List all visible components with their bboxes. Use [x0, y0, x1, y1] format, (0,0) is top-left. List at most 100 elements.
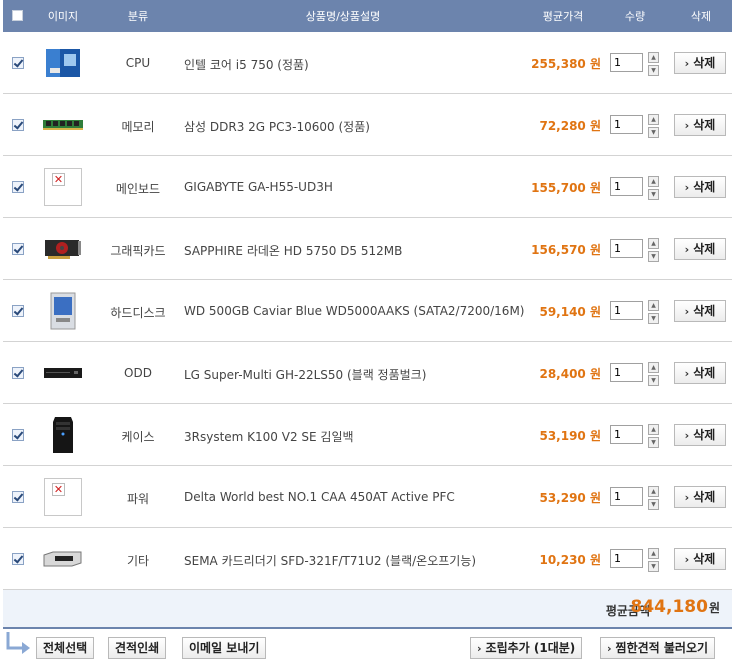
row-product-name[interactable]: Delta World best NO.1 CAA 450AT Active P… — [184, 490, 455, 504]
row-price: 53,190 원 — [539, 429, 601, 443]
row-checkbox[interactable] — [12, 57, 24, 69]
row-category: 케이스 — [121, 430, 155, 444]
row-checkbox[interactable] — [12, 553, 24, 565]
delete-button[interactable]: 삭제 — [674, 52, 726, 74]
total-bar: 평균금액 844,180원 — [3, 590, 732, 629]
row-checkbox[interactable] — [12, 305, 24, 317]
row-category: CPU — [125, 56, 151, 70]
increment-icon[interactable]: ▲ — [648, 548, 659, 559]
quantity-input[interactable] — [610, 363, 643, 382]
broken-image-icon — [44, 478, 82, 516]
row-checkbox[interactable] — [12, 119, 24, 131]
row-category: 메모리 — [121, 120, 155, 134]
decrement-icon[interactable]: ▼ — [648, 127, 659, 138]
table-row: ODD LG Super-Multi GH-22LS50 (블랙 정품벌크) 2… — [3, 342, 732, 404]
decrement-icon[interactable]: ▼ — [648, 189, 659, 200]
table-row: 메모리 삼성 DDR3 2G PC3-10600 (정품) 72,280 원 ▲… — [3, 94, 732, 156]
increment-icon[interactable]: ▲ — [648, 176, 659, 187]
row-price: 255,380 원 — [531, 57, 601, 71]
quantity-input[interactable] — [610, 549, 643, 568]
quantity-input[interactable] — [610, 177, 643, 196]
delete-button[interactable]: 삭제 — [674, 486, 726, 508]
quantity-input[interactable] — [610, 425, 643, 444]
row-category: 파워 — [126, 492, 150, 506]
increment-icon[interactable]: ▲ — [648, 362, 659, 373]
decrement-icon[interactable]: ▼ — [648, 313, 659, 324]
quantity-stepper[interactable]: ▲ ▼ — [648, 424, 659, 448]
table-row: 그래픽카드 SAPPHIRE 라데온 HD 5750 D5 512MB 156,… — [3, 218, 732, 280]
quantity-stepper[interactable]: ▲ ▼ — [648, 52, 659, 76]
row-checkbox[interactable] — [12, 181, 24, 193]
decrement-icon[interactable]: ▼ — [648, 561, 659, 572]
row-price: 72,280 원 — [539, 119, 601, 133]
quantity-input[interactable] — [610, 53, 643, 72]
row-category: 그래픽카드 — [110, 244, 166, 258]
broken-image-icon — [44, 168, 82, 206]
add-assembly-button[interactable]: 조립추가 (1대분) — [470, 637, 583, 659]
row-product-name[interactable]: 인텔 코어 i5 750 (정품) — [184, 56, 309, 73]
increment-icon[interactable]: ▲ — [648, 114, 659, 125]
header-delete: 삭제 — [690, 10, 712, 23]
row-price: 156,570 원 — [531, 243, 601, 257]
quantity-stepper[interactable]: ▲ ▼ — [648, 176, 659, 200]
send-email-button[interactable]: 이메일 보내기 — [182, 637, 267, 659]
table-body: CPU 인텔 코어 i5 750 (정품) 255,380 원 ▲▼ 삭제 메모… — [3, 32, 732, 590]
row-category: 메인보드 — [115, 182, 161, 196]
row-product-name[interactable]: LG Super-Multi GH-22LS50 (블랙 정품벌크) — [184, 366, 426, 383]
row-product-name[interactable]: WD 500GB Caviar Blue WD5000AAKS (SATA2/7… — [184, 304, 524, 318]
quantity-input[interactable] — [610, 301, 643, 320]
row-category: 하드디스크 — [110, 306, 166, 320]
row-checkbox[interactable] — [12, 429, 24, 441]
table-row: 메인보드 GIGABYTE GA-H55-UD3H 155,700 원 ▲▼ 삭… — [3, 156, 732, 218]
row-product-name[interactable]: 삼성 DDR3 2G PC3-10600 (정품) — [184, 118, 370, 135]
quantity-input[interactable] — [610, 115, 643, 134]
header-image: 이미지 — [47, 10, 79, 23]
delete-button[interactable]: 삭제 — [674, 114, 726, 136]
delete-button[interactable]: 삭제 — [674, 176, 726, 198]
delete-button[interactable]: 삭제 — [674, 424, 726, 446]
increment-icon[interactable]: ▲ — [648, 486, 659, 497]
delete-button[interactable]: 삭제 — [674, 300, 726, 322]
row-product-name[interactable]: GIGABYTE GA-H55-UD3H — [184, 180, 333, 194]
quantity-input[interactable] — [610, 487, 643, 506]
decrement-icon[interactable]: ▼ — [648, 499, 659, 510]
decrement-icon[interactable]: ▼ — [648, 65, 659, 76]
row-product-name[interactable]: SEMA 카드리더기 SFD-321F/T71U2 (블랙/온오프기능) — [184, 552, 476, 569]
total-unit: 원 — [708, 601, 720, 615]
delete-button[interactable]: 삭제 — [674, 238, 726, 260]
print-quote-button[interactable]: 견적인쇄 — [108, 637, 167, 659]
increment-icon[interactable]: ▲ — [648, 238, 659, 249]
table-row: 하드디스크 WD 500GB Caviar Blue WD5000AAKS (S… — [3, 280, 732, 342]
row-checkbox[interactable] — [12, 491, 24, 503]
load-saved-quote-button[interactable]: 찜한견적 불러오기 — [600, 637, 716, 659]
select-all-button[interactable]: 전체선택 — [36, 637, 95, 659]
total-value: 844,180원 — [631, 597, 720, 617]
graphics-card-icon — [43, 230, 83, 268]
table-row: 케이스 3Rsystem K100 V2 SE 김일백 53,190 원 ▲▼ … — [3, 404, 732, 466]
increment-icon[interactable]: ▲ — [648, 52, 659, 63]
quantity-stepper[interactable]: ▲ ▼ — [648, 362, 659, 386]
quantity-stepper[interactable]: ▲ ▼ — [648, 114, 659, 138]
decrement-icon[interactable]: ▼ — [648, 375, 659, 386]
delete-button[interactable]: 삭제 — [674, 548, 726, 570]
increment-icon[interactable]: ▲ — [648, 300, 659, 311]
delete-button[interactable]: 삭제 — [674, 362, 726, 384]
row-checkbox[interactable] — [12, 367, 24, 379]
row-category: ODD — [124, 366, 152, 380]
quantity-stepper[interactable]: ▲ ▼ — [648, 486, 659, 510]
decrement-icon[interactable]: ▼ — [648, 437, 659, 448]
hard-disk-icon — [43, 292, 83, 330]
quantity-stepper[interactable]: ▲ ▼ — [648, 300, 659, 324]
row-product-name[interactable]: SAPPHIRE 라데온 HD 5750 D5 512MB — [184, 242, 402, 259]
increment-icon[interactable]: ▲ — [648, 424, 659, 435]
ram-stick-icon — [43, 106, 83, 144]
decrement-icon[interactable]: ▼ — [648, 251, 659, 262]
header-category: 분류 — [127, 10, 149, 23]
select-all-checkbox[interactable] — [12, 10, 23, 21]
row-product-name[interactable]: 3Rsystem K100 V2 SE 김일백 — [184, 428, 354, 445]
quantity-stepper[interactable]: ▲ ▼ — [648, 548, 659, 572]
row-price: 59,140 원 — [539, 305, 601, 319]
quantity-input[interactable] — [610, 239, 643, 258]
quantity-stepper[interactable]: ▲ ▼ — [648, 238, 659, 262]
row-checkbox[interactable] — [12, 243, 24, 255]
